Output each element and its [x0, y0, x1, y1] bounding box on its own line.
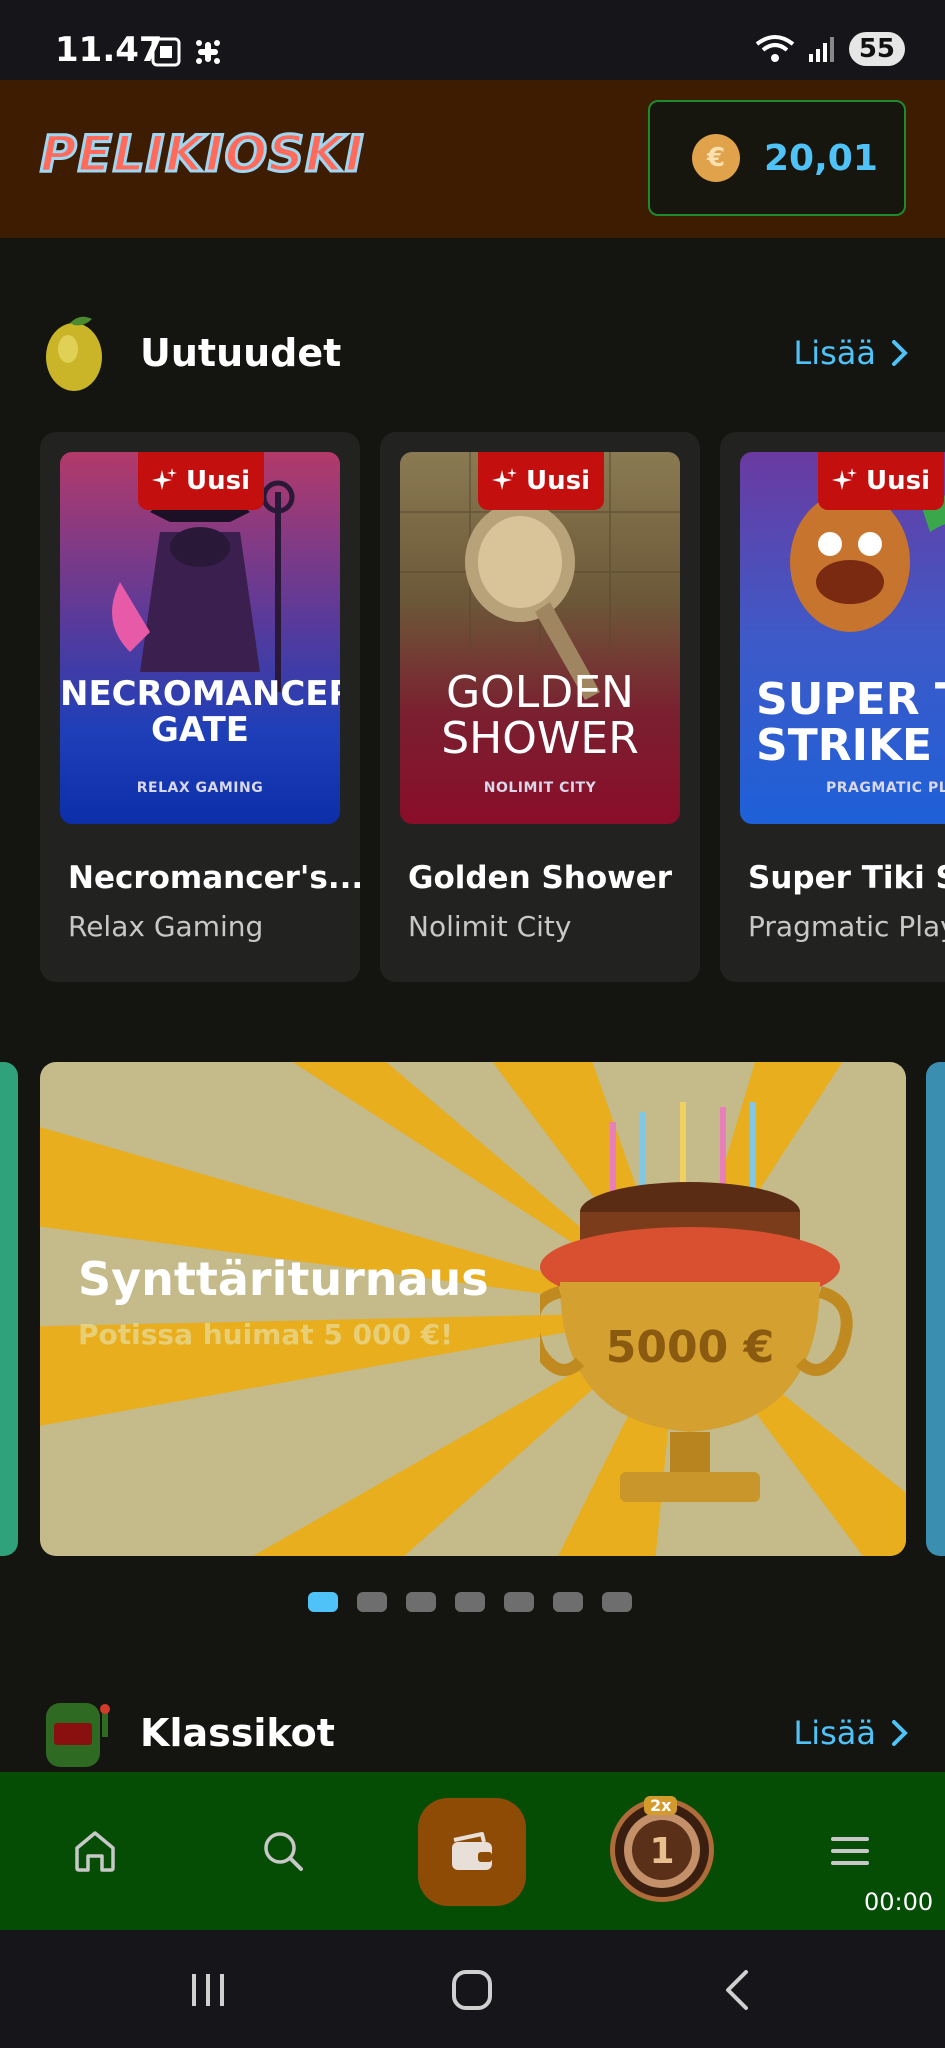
game-carousel[interactable]: Uusi NECROMANCER'SGATE RELAX GAMING Necr… [40, 432, 945, 984]
game-art-provider: RELAX GAMING [136, 780, 264, 796]
new-badge: Uusi [478, 452, 604, 510]
recent-apps-icon[interactable] [188, 1970, 228, 2010]
carousel-dot[interactable] [553, 1592, 583, 1612]
nav-home[interactable] [60, 1772, 130, 1930]
section-title-new: Uutuudet [140, 331, 342, 375]
status-time: 11.47 [55, 30, 163, 70]
new-badge-label: Uusi [525, 466, 590, 496]
carousel-dot[interactable] [406, 1592, 436, 1612]
bottom-nav: 1 2x 00:00 [0, 1772, 945, 1930]
carousel-dot[interactable] [602, 1592, 632, 1612]
wifi-icon [755, 35, 795, 62]
more-link-label: Lisää [793, 334, 876, 372]
lemon-icon [46, 316, 102, 391]
carousel-dot-active[interactable] [308, 1592, 338, 1612]
game-art-title: NECROMANCER'SGATE [60, 674, 340, 750]
game-art-provider: PRAGMATIC PLAY [826, 780, 945, 796]
chevron-right-icon [892, 340, 908, 366]
balance-amount: 20,01 [764, 137, 878, 179]
section-title-classics: Klassikot [140, 1711, 335, 1755]
more-link-classics[interactable]: Lisää [793, 1714, 910, 1752]
more-link-label: Lisää [793, 1714, 876, 1752]
battery-indicator: 55 [848, 32, 905, 66]
menu-icon [831, 1837, 869, 1865]
banner-subtitle: Potissa huimat 5 000 €! [78, 1318, 454, 1351]
game-name: Necromancer's... [68, 860, 364, 896]
screenshot-icon [151, 37, 181, 67]
game-card[interactable]: Uusi NECROMANCER'SGATE RELAX GAMING Necr… [40, 432, 364, 982]
app-header: PELIKIOSKI € 20,01 [0, 80, 945, 238]
game-provider: Pragmatic Play [748, 910, 945, 943]
balance-button[interactable]: € 20,01 [648, 100, 906, 216]
wallet-button[interactable] [418, 1798, 526, 1906]
carousel-indicators [308, 1592, 632, 1612]
banner-title: Synttäriturnaus [78, 1252, 489, 1306]
logo[interactable]: PELIKIOSKI [38, 124, 364, 185]
multiplier-badge: 2x [644, 1796, 678, 1815]
search-icon [264, 1832, 303, 1871]
game-name: Golden Shower [408, 860, 673, 896]
home-button-icon[interactable] [450, 1968, 494, 2012]
carousel-dot[interactable] [455, 1592, 485, 1612]
back-icon[interactable] [722, 1968, 752, 2012]
section-header-new: Uutuudet Lisää [40, 308, 910, 398]
game-thumbnail[interactable]: Uusi SUPER TISTRIKE PRAGMATIC PLAY [740, 452, 945, 824]
svg-text:1: 1 [649, 1831, 674, 1872]
new-badge: Uusi [138, 452, 264, 510]
slot-machine-icon [46, 1703, 110, 1767]
banner-next-peek[interactable] [926, 1062, 945, 1556]
promo-carousel[interactable]: 5000 € Synttäriturnaus Potissa huimat 5 … [0, 1062, 945, 1556]
home-icon [75, 1831, 115, 1872]
new-badge: Uusi [818, 452, 944, 510]
game-thumbnail[interactable]: Uusi GOLDEN SHOWER NOLIMIT CITY [400, 452, 680, 824]
game-provider: Relax Gaming [68, 910, 264, 943]
game-art-title: SUPER TISTRIKE [756, 674, 945, 772]
bonus-token-icon: 1 [624, 1812, 700, 1888]
game-art-title: GOLDEN SHOWER [441, 667, 639, 765]
trophy-cake-illustration: 5000 € [540, 1102, 853, 1502]
game-name: Super Tiki St [748, 860, 945, 896]
slack-icon [196, 40, 220, 64]
new-badge-label: Uusi [185, 466, 250, 496]
trophy-label: 5000 € [606, 1322, 774, 1373]
carousel-dot[interactable] [357, 1592, 387, 1612]
status-icons-left [150, 36, 224, 68]
new-badge-label: Uusi [865, 466, 930, 496]
sparkle-icon [491, 468, 517, 490]
more-link-new[interactable]: Lisää [793, 334, 910, 372]
session-timer: 00:00 [864, 1888, 934, 1916]
nav-search[interactable] [248, 1772, 318, 1930]
chevron-right-icon [892, 1720, 908, 1746]
game-card[interactable]: Uusi SUPER TISTRIKE PRAGMATIC PLAY Super… [720, 432, 945, 982]
game-art-provider: NOLIMIT CITY [483, 780, 597, 796]
game-card[interactable]: Uusi GOLDEN SHOWER NOLIMIT CITY Golden Sh… [380, 432, 700, 982]
carousel-dot[interactable] [504, 1592, 534, 1612]
game-thumbnail[interactable]: Uusi NECROMANCER'SGATE RELAX GAMING [60, 452, 340, 824]
sparkle-icon [151, 468, 177, 490]
banner-prev-peek[interactable] [0, 1062, 18, 1556]
sparkle-icon [831, 468, 857, 490]
game-provider: Nolimit City [408, 910, 572, 943]
status-bar: 11.47 55 [0, 0, 945, 80]
promo-banner[interactable]: 5000 € Synttäriturnaus Potissa huimat 5 … [40, 1062, 906, 1556]
section-header-classics: Klassikot Lisää [40, 1688, 910, 1778]
wallet-icon [452, 1832, 492, 1870]
signal-icon [808, 37, 834, 62]
euro-coin-icon: € [692, 134, 740, 182]
status-icons-right: 55 [755, 32, 905, 66]
android-nav-bar [0, 1930, 945, 2048]
